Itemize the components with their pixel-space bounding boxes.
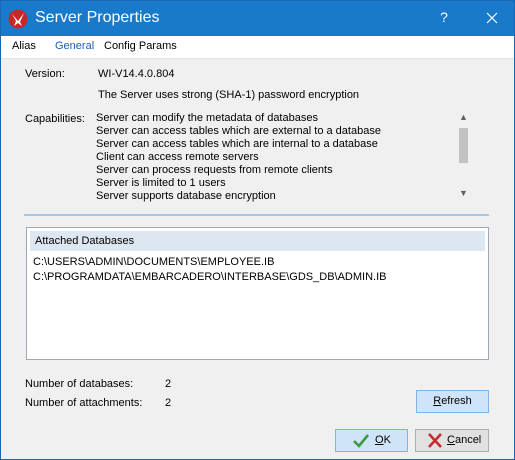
- cancel-accel: C: [447, 434, 455, 446]
- tab-general[interactable]: General: [55, 40, 94, 52]
- cancel-label: ancel: [454, 434, 482, 446]
- close-icon: [486, 12, 498, 24]
- list-item: Server supports database encryption: [96, 190, 276, 202]
- refresh-label: efresh: [441, 395, 472, 407]
- num-attachments-value: 2: [165, 397, 172, 409]
- tab-alias[interactable]: Alias: [12, 40, 36, 52]
- num-databases-value: 2: [165, 378, 172, 390]
- scroll-thumb[interactable]: [459, 128, 468, 163]
- scroll-down-icon[interactable]: ▼: [455, 185, 472, 202]
- server-properties-window: Server Properties ? Alias General Config…: [0, 0, 515, 460]
- cancel-button[interactable]: Cancel: [415, 429, 489, 452]
- title-bar[interactable]: Server Properties ?: [1, 1, 514, 36]
- version-value: WI-V14.4.0.804: [98, 68, 175, 80]
- num-databases-label: Number of databases:: [25, 378, 134, 390]
- capabilities-label: Capabilities:: [25, 113, 85, 125]
- window-title: Server Properties: [35, 9, 160, 26]
- checkmark-icon: [353, 434, 370, 448]
- list-item: Server can access tables which are inter…: [96, 138, 378, 150]
- ok-accel: O: [375, 434, 384, 446]
- version-label: Version:: [25, 68, 65, 80]
- attached-databases-panel[interactable]: Attached Databases C:\USERS\ADMIN\DOCUME…: [26, 227, 489, 360]
- table-row[interactable]: C:\PROGRAMDATA\EMBARCADERO\INTERBASE\GDS…: [33, 271, 386, 283]
- help-button[interactable]: ?: [426, 1, 462, 36]
- list-item: Server is limited to 1 users: [96, 177, 226, 189]
- scroll-up-icon[interactable]: ▲: [455, 109, 472, 126]
- encryption-note: The Server uses strong (SHA-1) password …: [98, 89, 360, 101]
- list-item: Client can access remote servers: [96, 151, 259, 163]
- refresh-accel: R: [433, 395, 442, 407]
- attached-databases-header: Attached Databases: [30, 231, 485, 251]
- list-item: Server can modify the metadata of databa…: [96, 112, 318, 124]
- num-attachments-label: Number of attachments:: [25, 397, 143, 409]
- tab-strip: Alias General Config Params: [1, 36, 514, 59]
- tab-config-params[interactable]: Config Params: [104, 40, 177, 52]
- close-button[interactable]: [472, 1, 512, 36]
- refresh-button[interactable]: Refresh: [416, 390, 489, 413]
- list-item: Server can access tables which are exter…: [96, 125, 381, 137]
- capabilities-list[interactable]: Server can modify the metadata of databa…: [96, 112, 471, 204]
- ok-button[interactable]: OK: [335, 429, 408, 452]
- section-divider: [24, 214, 489, 216]
- capabilities-scrollbar[interactable]: ▲ ▼: [455, 109, 472, 202]
- table-row[interactable]: C:\USERS\ADMIN\DOCUMENTS\EMPLOYEE.IB: [33, 256, 274, 268]
- ok-label: K: [383, 434, 391, 446]
- interbase-logo-icon: [8, 9, 28, 29]
- list-item: Server can process requests from remote …: [96, 164, 333, 176]
- cancel-x-icon: [428, 433, 442, 448]
